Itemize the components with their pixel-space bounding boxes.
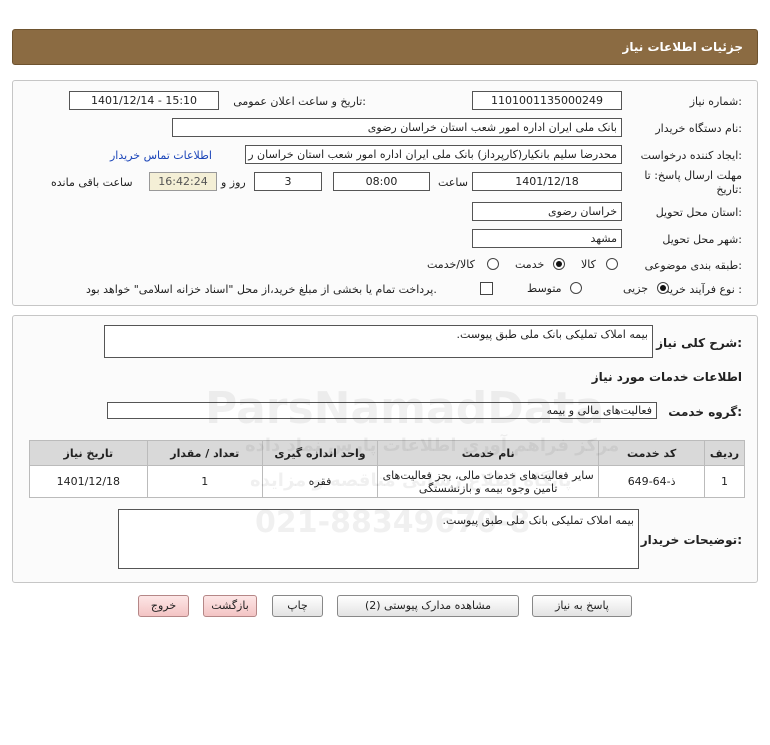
buyer-contact-link[interactable]: اطلاعات تماس خریدار — [110, 149, 212, 162]
cell-unit: فقره — [261, 465, 379, 498]
col-need-date: تاریخ نیاز — [29, 440, 148, 466]
deadline-time-label: ساعت — [438, 176, 468, 189]
col-service-name: نام خدمت — [377, 440, 600, 466]
col-service-code: کد خدمت — [598, 440, 706, 466]
summary-field: بیمه املاک تملیکی بانک ملی طبق پیوست. — [104, 325, 653, 358]
remaining-time-label: ساعت باقی مانده — [51, 176, 133, 189]
announce-datetime-label: تاریخ و ساعت اعلان عمومی: — [233, 95, 366, 108]
need-number-label: شماره نیاز: — [689, 95, 742, 108]
requester-label: ایجاد کننده درخواست: — [640, 149, 742, 162]
province-field: خراسان رضوی — [472, 202, 622, 221]
buyer-org-field: بانک ملی ایران اداره امور شعب استان خراس… — [172, 118, 622, 137]
category-radio-goods[interactable] — [606, 258, 618, 270]
buyer-notes-label: توضیحات خریدار: — [640, 533, 742, 547]
exit-button[interactable]: خروج — [138, 595, 189, 617]
category-goods-label: کالا — [581, 258, 596, 271]
category-radio-goods-service[interactable] — [487, 258, 499, 270]
table-header-row: ردیف کد خدمت نام خدمت واحد اندازه گیری ت… — [29, 440, 745, 466]
summary-label: شرح کلی نیاز: — [656, 336, 742, 350]
service-group-label: گروه خدمت: — [668, 405, 742, 419]
cell-row-number: 1 — [704, 465, 745, 498]
deadline-time-field: 08:00 — [333, 172, 430, 191]
remaining-time-field: 16:42:24 — [149, 172, 217, 191]
cell-service-code: ذ-64-649 — [598, 465, 706, 498]
process-radio-medium[interactable] — [570, 282, 582, 294]
province-label: استان محل تحویل: — [655, 206, 742, 219]
process-type-label: نوع فرآیند خرید : — [664, 283, 742, 296]
view-attachments-button[interactable]: مشاهده مدارک پیوستی (2) — [337, 595, 519, 617]
col-unit: واحد اندازه گیری — [261, 440, 379, 466]
category-goods-service-label: کالا/خدمت — [427, 258, 475, 271]
deadline-date-field: 1401/12/18 — [472, 172, 622, 191]
process-minor-label: جزیی — [623, 282, 649, 295]
print-button[interactable]: چاپ — [272, 595, 323, 617]
cell-quantity: 1 — [146, 465, 263, 498]
treasury-payment-checkbox[interactable] — [480, 282, 493, 295]
category-service-label: خدمت — [515, 258, 545, 271]
city-label: شهر محل تحویل: — [662, 233, 742, 246]
page-title: جزئیات اطلاعات نیاز — [622, 40, 743, 54]
process-medium-label: متوسط — [527, 282, 562, 295]
announce-datetime-field: 1401/12/14 - 15:10 — [69, 91, 219, 110]
treasury-payment-note: پرداخت تمام یا بخشی از مبلغ خرید،از محل … — [86, 283, 437, 296]
process-radio-minor[interactable] — [657, 282, 669, 294]
buyer-org-label: نام دستگاه خریدار: — [655, 122, 742, 135]
city-field: مشهد — [472, 229, 622, 248]
days-remaining-field: 3 — [254, 172, 322, 191]
page-header: جزئیات اطلاعات نیاز — [12, 29, 758, 65]
reply-button[interactable]: پاسخ به نیاز — [532, 595, 632, 617]
category-radio-service[interactable] — [553, 258, 565, 270]
requester-field: محدرضا سلیم بانکیار(کارپرداز) بانک ملی ا… — [245, 145, 622, 164]
table-row: 1 ذ-64-649 سایر فعالیت‌های خدمات مالی، ب… — [29, 465, 745, 498]
services-section-title: اطلاعات خدمات مورد نیاز — [591, 370, 742, 384]
cell-service-name: سایر فعالیت‌های خدمات مالی، بجز فعالیت‌ه… — [377, 465, 600, 498]
service-group-field: فعالیت‌های مالی و بیمه — [107, 402, 657, 419]
col-quantity: تعداد / مقدار — [146, 440, 263, 466]
services-table: ردیف کد خدمت نام خدمت واحد اندازه گیری ت… — [29, 440, 745, 498]
category-label: طبقه بندی موضوعی: — [644, 259, 742, 272]
deadline-label: مهلت ارسال پاسخ: تا تاریخ: — [644, 169, 742, 196]
back-button[interactable]: بازگشت — [203, 595, 257, 617]
buyer-notes-field: بیمه املاک تملیکی بانک ملی طبق پیوست. — [118, 509, 639, 569]
days-label: روز و — [221, 176, 246, 189]
cell-need-date: 1401/12/18 — [29, 465, 148, 498]
need-number-field: 1101001135000249 — [472, 91, 622, 110]
col-row-number: ردیف — [704, 440, 745, 466]
